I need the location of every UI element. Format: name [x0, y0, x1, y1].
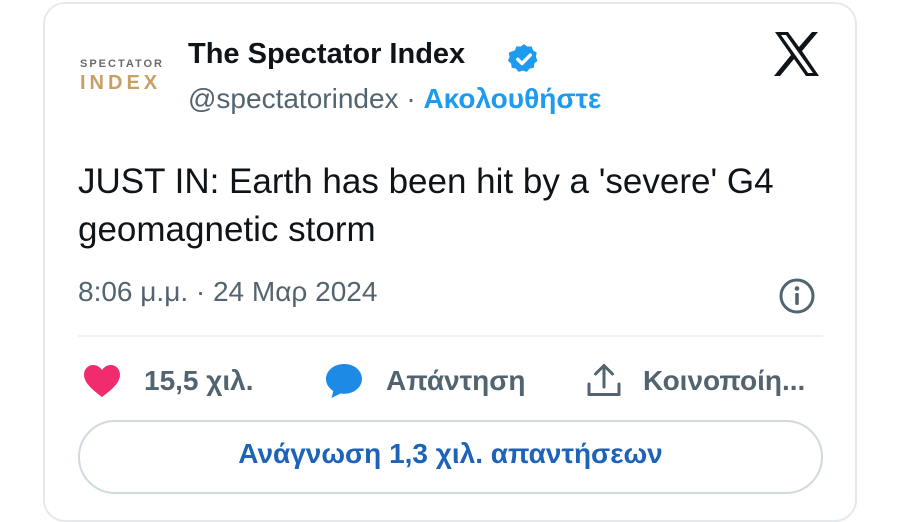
like-button[interactable]: 15,5 χιλ. [82, 360, 254, 402]
avatar[interactable]: SPECTATOR INDEX [78, 48, 178, 108]
reply-label: Απάντηση [386, 365, 526, 396]
like-count: 15,5 χιλ. [144, 365, 254, 396]
x-logo-icon[interactable] [772, 30, 822, 78]
handle-separator: · [398, 83, 424, 114]
speech-bubble-icon [326, 364, 362, 398]
verified-badge-icon [507, 44, 538, 72]
share-upload-icon [587, 364, 621, 396]
divider [78, 335, 823, 337]
author-handle[interactable]: @spectatorindex [188, 83, 399, 114]
tweet-timestamp[interactable]: 8:06 μ.μ. · 24 Μαρ 2024 [78, 276, 377, 308]
share-button[interactable]: Κοινοποίη... [585, 360, 805, 402]
share-label: Κοινοποίη... [643, 365, 806, 396]
heart-icon [84, 365, 120, 397]
author-name[interactable]: The Spectator Index [188, 38, 465, 71]
handle-row: @spectatorindex · Ακολουθήστε [188, 83, 601, 115]
avatar-text-top: SPECTATOR [80, 58, 165, 70]
reply-button[interactable]: Απάντηση [324, 360, 526, 402]
info-icon[interactable] [777, 276, 817, 316]
avatar-text-bottom: INDEX [80, 72, 162, 94]
read-replies-button[interactable]: Ανάγνωση 1,3 χιλ. απαντήσεων [78, 420, 823, 494]
follow-link[interactable]: Ακολουθήστε [423, 83, 601, 114]
tweet-text: JUST IN: Earth has been hit by a 'severe… [78, 162, 774, 249]
